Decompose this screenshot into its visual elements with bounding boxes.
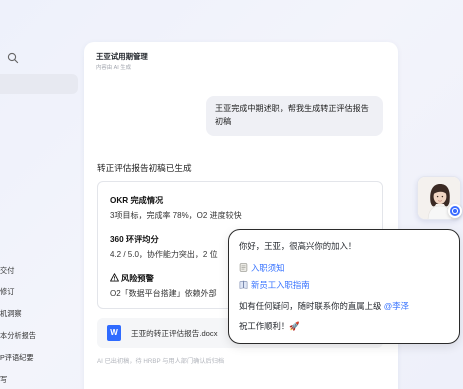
bot-reply-heading: 转正评估报告初稿已生成 bbox=[97, 163, 192, 173]
sidebar-item-report[interactable]: 本分析报告 bbox=[0, 331, 36, 341]
welcome-greeting: 你好，王亚，很高兴你的加入！ bbox=[239, 241, 357, 251]
risk-section-title: 风险预警 bbox=[121, 274, 154, 283]
manager-mention[interactable]: @李泽 bbox=[384, 301, 409, 311]
link-newcomer-guide-label[interactable]: 新员工入职指南 bbox=[251, 280, 310, 290]
risk-section-text: O2「数据平台搭建」依赖外部 bbox=[110, 289, 217, 298]
welcome-popup: 你好，王亚，很高兴你的加入！ 入职须知 新员工入职指南 如有任何疑问，随时联系你… bbox=[228, 229, 460, 344]
sidebar: 交付 修订 机洞察 本分析报告 P评语纪要 写 bbox=[0, 0, 84, 389]
wish-line: 祝工作顺利！🚀 bbox=[239, 321, 300, 331]
okr-section-text: 3项目标，完成率 78%，O2 进度较快 bbox=[110, 211, 242, 220]
link-newcomer-guide[interactable]: 新员工入职指南 bbox=[239, 279, 310, 291]
sidebar-item-write[interactable]: 写 bbox=[0, 375, 7, 385]
sidebar-item-revise[interactable]: 修订 bbox=[0, 287, 14, 297]
risk-section-header: 风险预警 bbox=[110, 272, 154, 284]
assistant-status-badge bbox=[448, 204, 462, 218]
chat-bubble-icon bbox=[451, 207, 459, 215]
word-doc-icon: W bbox=[107, 325, 121, 341]
sidebar-item-deliver[interactable]: 交付 bbox=[0, 266, 14, 276]
user-message: 王亚完成中期述职，帮我生成转正评估报告初稿 bbox=[206, 96, 383, 136]
document-icon bbox=[239, 263, 248, 272]
warning-icon bbox=[110, 273, 119, 282]
contact-text: 如有任何疑问，随时联系你的直属上级 bbox=[239, 301, 382, 311]
link-onboarding-notice[interactable]: 入职须知 bbox=[239, 262, 285, 274]
book-icon bbox=[239, 280, 248, 289]
link-onboarding-notice-label[interactable]: 入职须知 bbox=[251, 263, 285, 273]
search-icon[interactable] bbox=[7, 52, 19, 64]
review-section-text: 4.2 / 5.0，协作能力突出，2 位 bbox=[110, 250, 218, 259]
okr-section-title: OKR 完成情况 bbox=[110, 196, 164, 205]
attachment-filename: 王亚的转正评估报告.docx bbox=[131, 329, 218, 338]
sidebar-item-minutes[interactable]: P评语纪要 bbox=[0, 353, 34, 363]
contact-line: 如有任何疑问，随时联系你的直属上级 @李泽 bbox=[239, 300, 409, 312]
chat-title: 王亚试用期管理 bbox=[96, 52, 148, 61]
sidebar-active-item[interactable] bbox=[0, 74, 78, 94]
ai-footnote: AI 已出初稿，待 HRBP 与用人部门确认后归档 bbox=[97, 358, 225, 365]
review-section-title: 360 环评均分 bbox=[110, 235, 159, 244]
chat-subtitle: 内容由 AI 生成 bbox=[96, 65, 132, 71]
sidebar-item-insight[interactable]: 机洞察 bbox=[0, 309, 22, 319]
